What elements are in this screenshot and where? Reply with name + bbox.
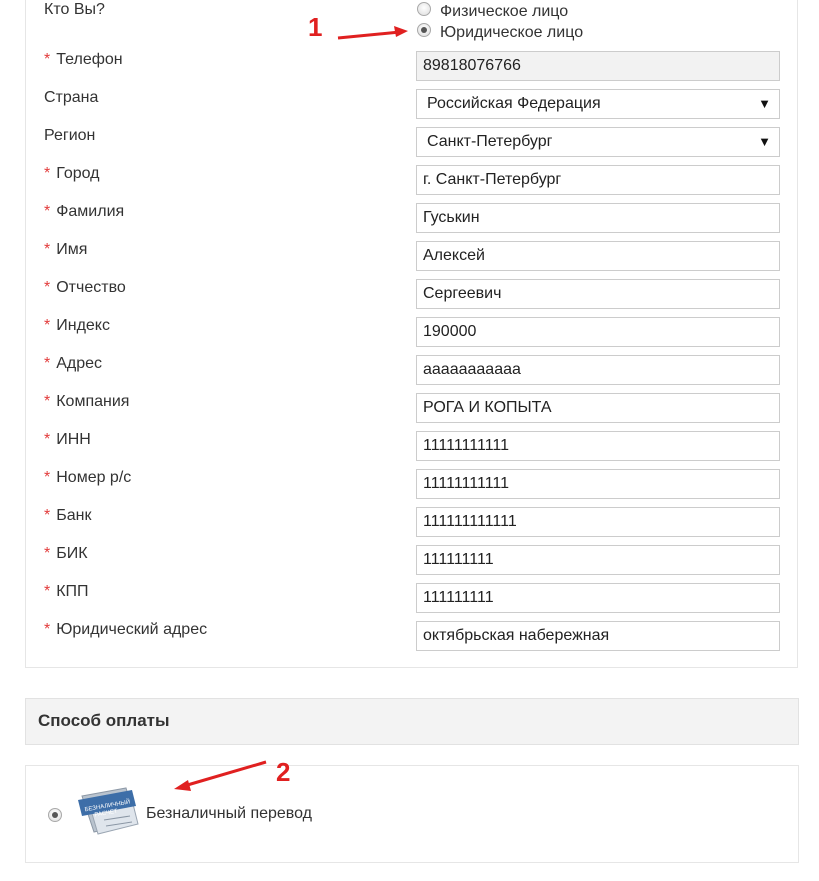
payment-method-header: Способ оплаты (25, 698, 799, 745)
field-value: 111111111 (423, 589, 494, 606)
required-asterisk: * (44, 469, 51, 486)
field-label: * Имя (44, 241, 87, 259)
radio-individual-label[interactable]: Физическое лицо (440, 3, 568, 21)
field-label-text: Компания (56, 393, 130, 410)
field-label-text: Страна (44, 89, 99, 106)
field-value: 111111111 (423, 551, 494, 568)
annotation-number-2: 2 (276, 757, 291, 787)
field-label-text: Город (56, 165, 100, 182)
field-label: * Банк (44, 507, 91, 525)
field-label: * Фамилия (44, 203, 124, 221)
text-field[interactable]: Гуськин (416, 203, 780, 233)
required-asterisk: * (44, 545, 51, 562)
field-value: Гуськин (423, 209, 480, 226)
field-label: * Юридический адрес (44, 621, 207, 639)
annotation-arrow-1 (337, 26, 408, 40)
field-value: 11111111111 (423, 475, 510, 492)
text-field[interactable]: РОГА И КОПЫТА (416, 393, 780, 423)
text-field[interactable]: 111111111 (416, 583, 780, 613)
field-label: * Компания (44, 393, 129, 411)
select-field[interactable]: Санкт-Петербург ▼ (416, 127, 780, 157)
required-asterisk: * (44, 317, 51, 334)
field-value: Сергеевич (423, 285, 502, 302)
field-value: Санкт-Петербург (427, 133, 553, 150)
text-field[interactable]: 190000 (416, 317, 780, 347)
text-field[interactable]: Сергеевич (416, 279, 780, 309)
who-label: Кто Вы? (44, 1, 105, 18)
field-value: Алексей (423, 247, 485, 264)
field-label-text: Имя (56, 241, 88, 258)
field-value: 11111111111 (423, 437, 510, 454)
required-asterisk: * (44, 355, 51, 372)
radio-bank-transfer[interactable] (48, 808, 62, 822)
field-value: 111111111111 (423, 513, 517, 530)
required-asterisk: * (44, 431, 51, 448)
text-field[interactable]: 11111111111 (416, 469, 780, 499)
field-label: * Отчество (44, 279, 126, 297)
field-label: Страна (44, 89, 98, 107)
field-label: * Адрес (44, 355, 102, 373)
field-value: Российская Федерация (427, 95, 601, 112)
required-asterisk: * (44, 165, 51, 182)
field-label: * ИНН (44, 431, 91, 449)
required-asterisk: * (44, 393, 51, 410)
dropdown-caret-icon[interactable]: ▼ (758, 128, 771, 156)
text-field[interactable]: октябрьская набережная (416, 621, 780, 651)
field-label-text: Номер р/с (56, 469, 132, 486)
field-label: * КПП (44, 583, 89, 601)
text-field[interactable]: г. Санкт-Петербург (416, 165, 780, 195)
radio-legal-entity-label[interactable]: Юридическое лицо (440, 24, 583, 42)
field-label: * Телефон (44, 51, 123, 69)
text-field[interactable]: 111111111111 (416, 507, 780, 537)
text-field[interactable]: ааааааааааа (416, 355, 780, 385)
field-label-text: БИК (56, 545, 88, 562)
field-label: * Город (44, 165, 100, 183)
field-value: 190000 (423, 323, 477, 340)
field-label: * Номер р/с (44, 469, 131, 487)
required-asterisk: * (44, 51, 51, 68)
required-asterisk: * (44, 583, 51, 600)
radio-individual[interactable] (417, 2, 431, 16)
field-label-text: Адрес (56, 355, 103, 372)
field-value: РОГА И КОПЫТА (423, 399, 552, 416)
text-field[interactable]: 11111111111 (416, 431, 780, 461)
text-field[interactable]: 89818076766 (416, 51, 780, 81)
required-asterisk: * (44, 621, 51, 638)
text-field[interactable]: 111111111 (416, 545, 780, 575)
bank-transfer-icon: БЕЗНАЛИЧНЫЙ РАСЧЕТ (78, 787, 139, 835)
field-value: 89818076766 (423, 57, 521, 74)
field-value: г. Санкт-Петербург (423, 171, 562, 188)
field-value: октябрьская набережная (423, 627, 610, 644)
field-label-text: Юридический адрес (56, 621, 208, 638)
required-asterisk: * (44, 203, 51, 220)
field-label-text: КПП (56, 583, 89, 600)
radio-legal-entity[interactable] (417, 23, 431, 37)
select-field[interactable]: Российская Федерация ▼ (416, 89, 780, 119)
field-label-text: Индекс (56, 317, 110, 334)
payment-method-title: Способ оплаты (38, 711, 170, 730)
field-label: * БИК (44, 545, 88, 563)
dropdown-caret-icon[interactable]: ▼ (758, 90, 771, 118)
field-label: * Индекс (44, 317, 110, 335)
annotation-arrow-2 (174, 760, 267, 791)
field-value: ааааааааааа (423, 361, 521, 378)
field-label: Регион (44, 127, 95, 145)
field-label-text: ИНН (56, 431, 91, 448)
field-label-text: Фамилия (56, 203, 125, 220)
field-label-text: Банк (56, 507, 92, 524)
text-field[interactable]: Алексей (416, 241, 780, 271)
required-asterisk: * (44, 241, 51, 258)
required-asterisk: * (44, 507, 51, 524)
field-label-text: Телефон (56, 51, 123, 68)
annotation-number-1: 1 (308, 12, 323, 42)
bank-transfer-label[interactable]: Безналичный перевод (146, 805, 312, 823)
required-asterisk: * (44, 279, 51, 296)
field-label-text: Отчество (56, 279, 126, 296)
field-label-text: Регион (44, 127, 96, 144)
